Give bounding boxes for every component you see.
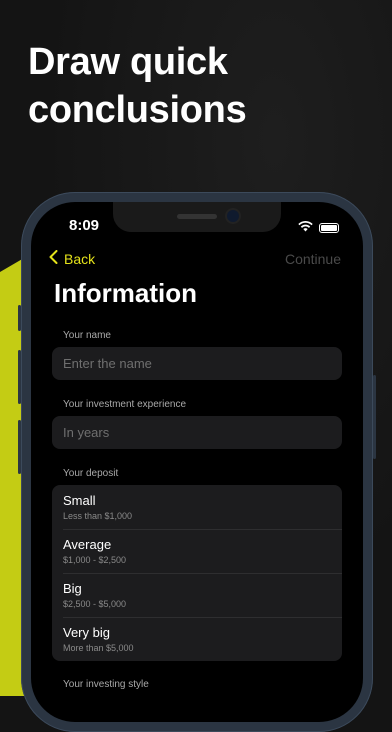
back-button[interactable]: Back (49, 250, 95, 267)
continue-button[interactable]: Continue (285, 251, 341, 267)
back-label: Back (64, 250, 96, 267)
deposit-option-range: Less than $1,000 (63, 511, 133, 521)
experience-input[interactable]: In years (52, 416, 342, 449)
status-icons (298, 219, 339, 237)
phone-screen: 8:09 Back Continue Information Your name… (31, 202, 363, 722)
deposit-option-small[interactable]: Small Less than $1,000 (52, 485, 342, 529)
deposit-option-very-big[interactable]: Very big More than $5,000 (52, 617, 342, 661)
deposit-option-range: $1,000 - $2,500 (63, 555, 127, 565)
navigation-bar: Back Continue (31, 250, 363, 270)
deposit-option-name: Small (63, 493, 96, 508)
deposit-option-name: Average (63, 537, 112, 552)
promo-headline: Draw quick conclusions (28, 38, 368, 134)
name-label: Your name (63, 330, 111, 341)
deposit-label: Your deposit (63, 468, 119, 479)
headline-line-1: Draw quick (28, 41, 228, 83)
phone-volume-up-button (18, 350, 21, 404)
deposit-option-range: More than $5,000 (63, 643, 134, 653)
investing-style-label: Your investing style (63, 679, 149, 690)
front-camera (227, 210, 239, 222)
wifi-icon (298, 219, 313, 237)
experience-label: Your investment experience (63, 399, 187, 410)
battery-icon (319, 223, 339, 233)
deposit-option-range: $2,500 - $5,000 (63, 599, 127, 609)
phone-volume-down-button (18, 420, 21, 474)
deposit-option-big[interactable]: Big $2,500 - $5,000 (52, 573, 342, 617)
speaker-grille (177, 214, 217, 219)
deposit-option-name: Big (63, 581, 82, 596)
notch (113, 202, 281, 232)
deposit-options: Small Less than $1,000 Average $1,000 - … (52, 485, 342, 661)
chevron-left-icon (49, 250, 58, 267)
headline-line-2: conclusions (28, 89, 247, 131)
deposit-option-average[interactable]: Average $1,000 - $2,500 (52, 529, 342, 573)
name-input[interactable]: Enter the name (52, 347, 342, 380)
phone-power-button (373, 375, 376, 459)
deposit-option-name: Very big (63, 625, 110, 640)
status-time: 8:09 (69, 217, 100, 234)
phone-mute-button (18, 305, 21, 331)
page-title: Information (54, 278, 197, 308)
